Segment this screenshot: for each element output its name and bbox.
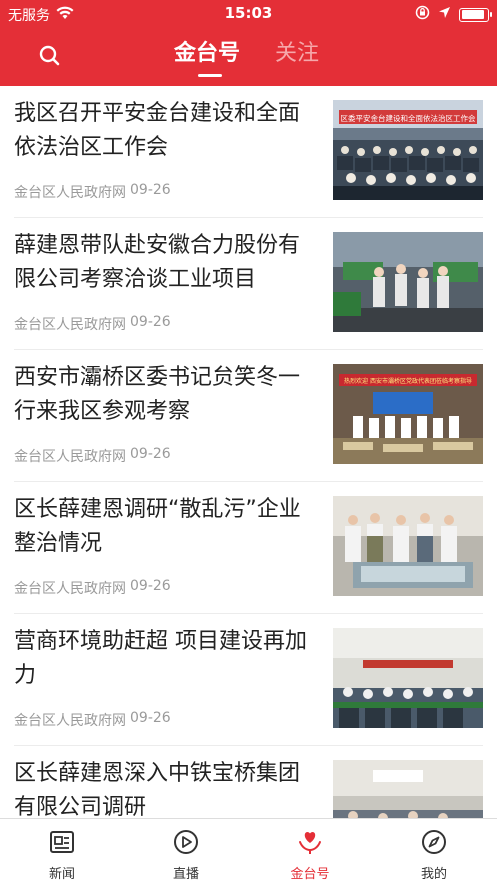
news-date: 09-26 bbox=[130, 182, 171, 198]
news-title: 区长薛建恩调研“散乱污”企业整治情况 bbox=[14, 497, 301, 556]
news-source: 金台区人民政府网 bbox=[14, 185, 126, 201]
news-item[interactable]: 区长薛建恩调研“散乱污”企业整治情况 金台区人民政府网 09-26 bbox=[0, 482, 497, 614]
news-item[interactable]: 我区召开平安金台建设和全面依法治区工作会 金台区人民政府网 09-26 区委平安… bbox=[0, 86, 497, 218]
location-icon bbox=[438, 6, 451, 23]
news-meta: 金台区人民政府网 09-26 bbox=[14, 182, 171, 202]
news-source: 金台区人民政府网 bbox=[14, 317, 126, 333]
news-title: 我区召开平安金台建设和全面依法治区工作会 bbox=[14, 101, 301, 160]
bottom-nav: 新闻 直播 金台号 我的 bbox=[0, 818, 497, 883]
active-tab-indicator bbox=[198, 74, 222, 77]
news-thumbnail bbox=[333, 496, 483, 596]
play-icon bbox=[173, 829, 199, 855]
orientation-lock-icon bbox=[415, 5, 430, 24]
news-source: 金台区人民政府网 bbox=[14, 449, 126, 465]
news-item[interactable]: 营商环境助赶超 项目建设再加力 金台区人民政府网 09-26 bbox=[0, 614, 497, 746]
tab-jintaihao[interactable]: 金台号 bbox=[174, 36, 240, 76]
news-item[interactable]: 区长薛建恩深入中铁宝桥集团有限公司调研 bbox=[0, 746, 497, 818]
heart-hand-icon bbox=[297, 829, 323, 855]
status-bar: 无服务 15:03 bbox=[0, 0, 497, 28]
status-right bbox=[415, 5, 492, 24]
news-date: 09-26 bbox=[130, 314, 171, 330]
news-date: 09-26 bbox=[130, 710, 171, 726]
news-item[interactable]: 薛建恩带队赴安徽合力股份有限公司考察洽谈工业项目 金台区人民政府网 09-26 bbox=[0, 218, 497, 350]
thumb-banner-text: 区委平安金台建设和全面依法治区工作会 bbox=[341, 113, 476, 123]
nav-label: 直播 bbox=[172, 867, 199, 882]
news-title: 薛建恩带队赴安徽合力股份有限公司考察洽谈工业项目 bbox=[14, 233, 301, 292]
battery-level bbox=[461, 10, 484, 19]
news-title: 营商环境助赶超 项目建设再加力 bbox=[14, 629, 307, 688]
nav-label: 金台号 bbox=[290, 867, 330, 882]
news-thumbnail: 热烈欢迎 西安市灞桥区党政代表团莅临考察指导 bbox=[333, 364, 483, 464]
news-source: 金台区人民政府网 bbox=[14, 713, 126, 729]
nav-label: 我的 bbox=[420, 867, 447, 882]
news-date: 09-26 bbox=[130, 578, 171, 594]
news-list[interactable]: 我区召开平安金台建设和全面依法治区工作会 金台区人民政府网 09-26 区委平安… bbox=[0, 86, 497, 818]
news-title: 区长薛建恩深入中铁宝桥集团有限公司调研 bbox=[14, 761, 301, 818]
nav-jintaihao[interactable]: 金台号 bbox=[248, 819, 372, 883]
nav-label: 新闻 bbox=[48, 867, 75, 882]
header-tabs: 金台号 关注 bbox=[0, 36, 497, 84]
tab-follow[interactable]: 关注 bbox=[275, 36, 319, 76]
nav-news[interactable]: 新闻 bbox=[0, 819, 124, 883]
news-thumbnail bbox=[333, 232, 483, 332]
news-thumbnail: 区委平安金台建设和全面依法治区工作会 bbox=[333, 100, 483, 200]
thumb-banner-text: 热烈欢迎 西安市灞桥区党政代表团莅临考察指导 bbox=[344, 377, 472, 385]
news-icon bbox=[49, 829, 75, 855]
news-meta: 金台区人民政府网 09-26 bbox=[14, 710, 171, 730]
battery-icon bbox=[459, 7, 492, 22]
nav-live[interactable]: 直播 bbox=[124, 819, 248, 883]
compass-icon bbox=[421, 829, 447, 855]
news-thumbnail bbox=[333, 760, 483, 818]
news-thumbnail bbox=[333, 628, 483, 728]
news-title: 西安市灞桥区委书记贠笑冬一行来我区参观考察 bbox=[14, 365, 301, 424]
news-item[interactable]: 西安市灞桥区委书记贠笑冬一行来我区参观考察 金台区人民政府网 09-26 热烈欢… bbox=[0, 350, 497, 482]
news-meta: 金台区人民政府网 09-26 bbox=[14, 578, 171, 598]
news-meta: 金台区人民政府网 09-26 bbox=[14, 446, 171, 466]
news-date: 09-26 bbox=[130, 446, 171, 462]
nav-mine[interactable]: 我的 bbox=[372, 819, 496, 883]
news-source: 金台区人民政府网 bbox=[14, 581, 126, 597]
top-header: 无服务 15:03 金台号 关注 bbox=[0, 0, 497, 86]
news-meta: 金台区人民政府网 09-26 bbox=[14, 314, 171, 334]
